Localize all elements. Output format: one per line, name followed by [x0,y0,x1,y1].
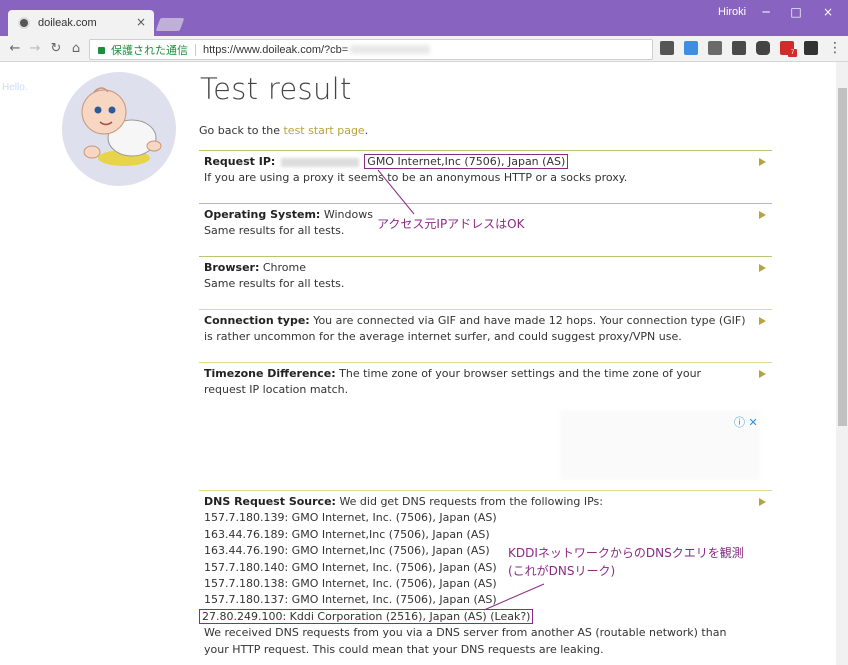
faint-background-link[interactable]: Hello. [2,82,28,93]
dns-annotation-leader [483,583,545,611]
dns-leak-annotation-line1: KDDIネットワークからのDNSクエリを観測 [508,546,744,560]
annotation-lines [377,169,545,611]
ip-annotation-leader [377,169,415,215]
ip-ok-annotation: アクセス元IPアドレスはOK [377,217,525,231]
dns-leak-annotation-line2: (これがDNSリーク) [508,564,616,578]
